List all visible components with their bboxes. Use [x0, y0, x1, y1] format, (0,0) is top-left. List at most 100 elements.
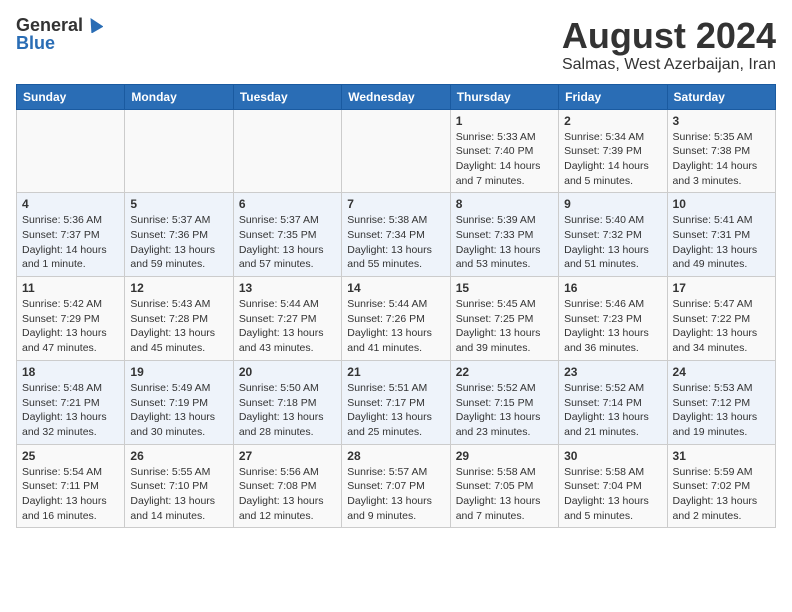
day-number: 15	[456, 281, 553, 295]
day-number: 25	[22, 449, 119, 463]
day-info: Sunrise: 5:43 AMSunset: 7:28 PMDaylight:…	[130, 297, 227, 356]
calendar-cell: 25 Sunrise: 5:54 AMSunset: 7:11 PMDayligh…	[17, 444, 125, 528]
calendar-cell: 22Sunrise: 5:52 AMSunset: 7:15 PMDayligh…	[450, 360, 558, 444]
day-info: Sunrise: 5:37 AMSunset: 7:35 PMDaylight:…	[239, 213, 336, 272]
calendar-cell: 24 Sunrise: 5:53 AMSunset: 7:12 PMDayligh…	[667, 360, 775, 444]
day-of-week-header: Thursday	[450, 84, 558, 109]
logo-general-text: General	[16, 16, 83, 34]
header: General Blue August 2024 Salmas, West Az…	[16, 16, 776, 74]
calendar-cell: 31Sunrise: 5:59 AMSunset: 7:02 PMDayligh…	[667, 444, 775, 528]
day-of-week-header: Friday	[559, 84, 667, 109]
calendar-cell: 30Sunrise: 5:58 AMSunset: 7:04 PMDayligh…	[559, 444, 667, 528]
calendar-cell: 16Sunrise: 5:46 AMSunset: 7:23 PMDayligh…	[559, 277, 667, 361]
day-info: Sunrise: 5:38 AMSunset: 7:34 PMDaylight:…	[347, 213, 444, 272]
calendar-week-row: 11 Sunrise: 5:42 AMSunset: 7:29 PMDayligh…	[17, 277, 776, 361]
calendar-cell: 6 Sunrise: 5:37 AMSunset: 7:35 PMDaylight…	[233, 193, 341, 277]
day-number: 29	[456, 449, 553, 463]
day-number: 3	[673, 114, 770, 128]
calendar-cell: 29 Sunrise: 5:58 AMSunset: 7:05 PMDayligh…	[450, 444, 558, 528]
calendar-cell: 14 Sunrise: 5:44 AMSunset: 7:26 PMDayligh…	[342, 277, 450, 361]
calendar-title: August 2024	[562, 16, 776, 56]
calendar-cell	[17, 109, 125, 193]
day-info: Sunrise: 5:46 AMSunset: 7:23 PMDaylight:…	[564, 297, 661, 356]
calendar-cell: 10 Sunrise: 5:41 AMSunset: 7:31 PMDayligh…	[667, 193, 775, 277]
day-info: Sunrise: 5:53 AMSunset: 7:12 PMDaylight:…	[673, 381, 770, 440]
day-number: 10	[673, 197, 770, 211]
day-number: 18	[22, 365, 119, 379]
day-of-week-header: Monday	[125, 84, 233, 109]
calendar-week-row: 4 Sunrise: 5:36 AMSunset: 7:37 PMDaylight…	[17, 193, 776, 277]
day-info: Sunrise: 5:35 AMSunset: 7:38 PMDaylight:…	[673, 130, 770, 189]
day-of-week-header: Wednesday	[342, 84, 450, 109]
calendar-cell: 26 Sunrise: 5:55 AMSunset: 7:10 PMDayligh…	[125, 444, 233, 528]
day-info: Sunrise: 5:49 AMSunset: 7:19 PMDaylight:…	[130, 381, 227, 440]
day-number: 26	[130, 449, 227, 463]
calendar-cell: 2Sunrise: 5:34 AMSunset: 7:39 PMDaylight…	[559, 109, 667, 193]
day-info: Sunrise: 5:45 AMSunset: 7:25 PMDaylight:…	[456, 297, 553, 356]
calendar-cell: 21 Sunrise: 5:51 AMSunset: 7:17 PMDayligh…	[342, 360, 450, 444]
day-number: 19	[130, 365, 227, 379]
calendar-cell: 19 Sunrise: 5:49 AMSunset: 7:19 PMDayligh…	[125, 360, 233, 444]
day-info: Sunrise: 5:40 AMSunset: 7:32 PMDaylight:…	[564, 213, 661, 272]
day-number: 31	[673, 449, 770, 463]
day-number: 11	[22, 281, 119, 295]
calendar-cell: 13 Sunrise: 5:44 AMSunset: 7:27 PMDayligh…	[233, 277, 341, 361]
day-number: 6	[239, 197, 336, 211]
logo-arrow-icon	[85, 15, 103, 33]
day-info: Sunrise: 5:54 AMSunset: 7:11 PMDaylight:…	[22, 465, 119, 524]
day-info: Sunrise: 5:57 AMSunset: 7:07 PMDaylight:…	[347, 465, 444, 524]
day-info: Sunrise: 5:58 AMSunset: 7:04 PMDaylight:…	[564, 465, 661, 524]
day-of-week-header: Sunday	[17, 84, 125, 109]
calendar-cell: 18Sunrise: 5:48 AMSunset: 7:21 PMDayligh…	[17, 360, 125, 444]
calendar-table: SundayMondayTuesdayWednesdayThursdayFrid…	[16, 84, 776, 529]
day-number: 21	[347, 365, 444, 379]
day-number: 1	[456, 114, 553, 128]
day-info: Sunrise: 5:37 AMSunset: 7:36 PMDaylight:…	[130, 213, 227, 272]
day-info: Sunrise: 5:56 AMSunset: 7:08 PMDaylight:…	[239, 465, 336, 524]
day-info: Sunrise: 5:52 AMSunset: 7:15 PMDaylight:…	[456, 381, 553, 440]
calendar-cell: 17Sunrise: 5:47 AMSunset: 7:22 PMDayligh…	[667, 277, 775, 361]
day-number: 13	[239, 281, 336, 295]
logo: General Blue	[16, 16, 103, 52]
day-number: 20	[239, 365, 336, 379]
day-number: 2	[564, 114, 661, 128]
day-info: Sunrise: 5:52 AMSunset: 7:14 PMDaylight:…	[564, 381, 661, 440]
day-info: Sunrise: 5:44 AMSunset: 7:26 PMDaylight:…	[347, 297, 444, 356]
day-number: 23	[564, 365, 661, 379]
day-number: 28	[347, 449, 444, 463]
day-info: Sunrise: 5:44 AMSunset: 7:27 PMDaylight:…	[239, 297, 336, 356]
calendar-cell: 15 Sunrise: 5:45 AMSunset: 7:25 PMDayligh…	[450, 277, 558, 361]
day-number: 27	[239, 449, 336, 463]
day-info: Sunrise: 5:58 AMSunset: 7:05 PMDaylight:…	[456, 465, 553, 524]
day-info: Sunrise: 5:33 AMSunset: 7:40 PMDaylight:…	[456, 130, 553, 189]
day-of-week-header: Tuesday	[233, 84, 341, 109]
day-info: Sunrise: 5:55 AMSunset: 7:10 PMDaylight:…	[130, 465, 227, 524]
calendar-cell: 27 Sunrise: 5:56 AMSunset: 7:08 PMDayligh…	[233, 444, 341, 528]
day-number: 12	[130, 281, 227, 295]
calendar-cell: 8Sunrise: 5:39 AMSunset: 7:33 PMDaylight…	[450, 193, 558, 277]
calendar-cell: 20Sunrise: 5:50 AMSunset: 7:18 PMDayligh…	[233, 360, 341, 444]
calendar-cell: 5 Sunrise: 5:37 AMSunset: 7:36 PMDaylight…	[125, 193, 233, 277]
calendar-cell: 3 Sunrise: 5:35 AMSunset: 7:38 PMDaylight…	[667, 109, 775, 193]
calendar-cell: 4 Sunrise: 5:36 AMSunset: 7:37 PMDaylight…	[17, 193, 125, 277]
calendar-cell	[125, 109, 233, 193]
calendar-subtitle: Salmas, West Azerbaijan, Iran	[562, 56, 776, 74]
calendar-cell: 1 Sunrise: 5:33 AMSunset: 7:40 PMDaylight…	[450, 109, 558, 193]
calendar-cell: 12 Sunrise: 5:43 AMSunset: 7:28 PMDayligh…	[125, 277, 233, 361]
day-number: 24	[673, 365, 770, 379]
day-number: 17	[673, 281, 770, 295]
title-area: August 2024 Salmas, West Azerbaijan, Ira…	[562, 16, 776, 74]
day-info: Sunrise: 5:51 AMSunset: 7:17 PMDaylight:…	[347, 381, 444, 440]
day-number: 8	[456, 197, 553, 211]
day-info: Sunrise: 5:41 AMSunset: 7:31 PMDaylight:…	[673, 213, 770, 272]
calendar-cell: 9Sunrise: 5:40 AMSunset: 7:32 PMDaylight…	[559, 193, 667, 277]
calendar-week-row: 25 Sunrise: 5:54 AMSunset: 7:11 PMDayligh…	[17, 444, 776, 528]
day-info: Sunrise: 5:42 AMSunset: 7:29 PMDaylight:…	[22, 297, 119, 356]
day-number: 14	[347, 281, 444, 295]
day-number: 7	[347, 197, 444, 211]
day-number: 4	[22, 197, 119, 211]
day-number: 5	[130, 197, 227, 211]
calendar-header-row: SundayMondayTuesdayWednesdayThursdayFrid…	[17, 84, 776, 109]
calendar-week-row: 18Sunrise: 5:48 AMSunset: 7:21 PMDayligh…	[17, 360, 776, 444]
day-info: Sunrise: 5:36 AMSunset: 7:37 PMDaylight:…	[22, 213, 119, 272]
